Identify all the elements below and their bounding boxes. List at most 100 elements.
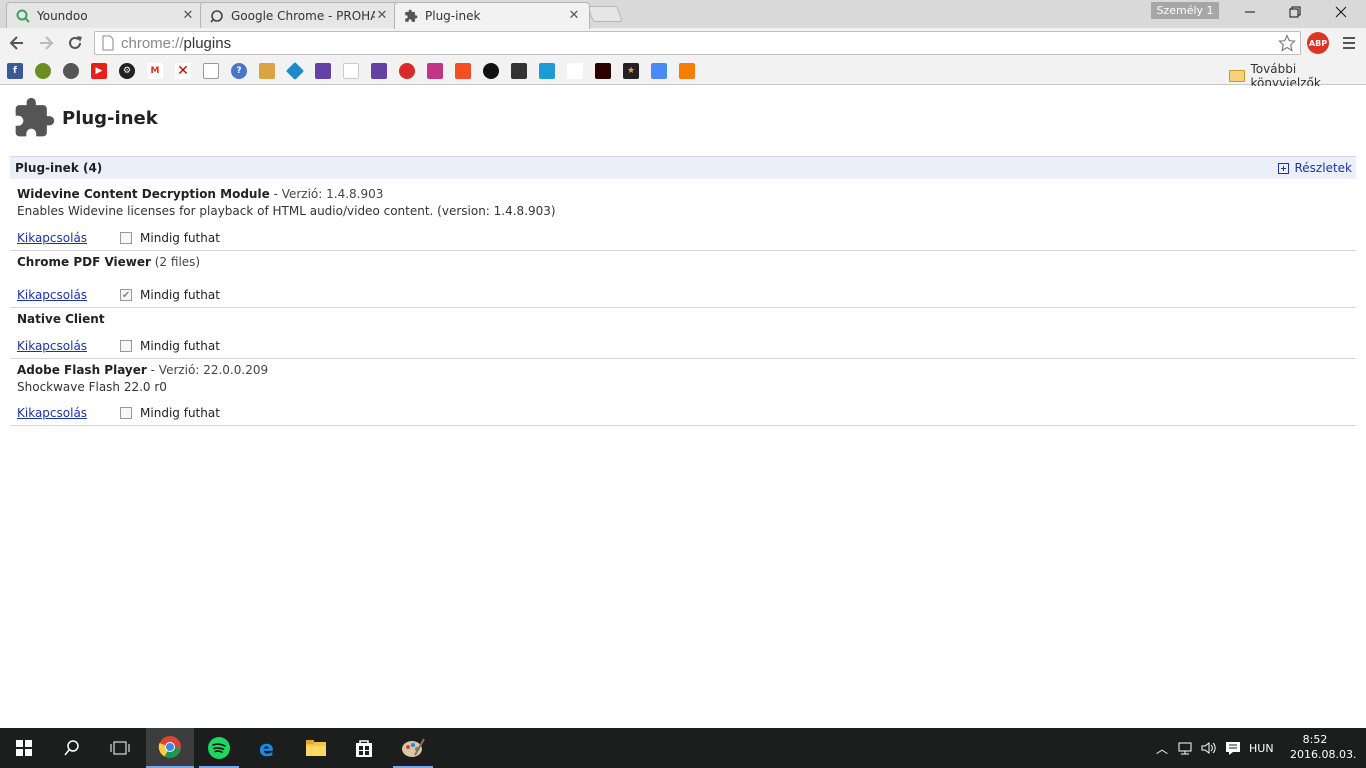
spotify-icon [208, 737, 230, 759]
twitch-bookmark-icon-2[interactable] [371, 63, 387, 79]
prohardver-icon [209, 8, 225, 24]
details-toggle[interactable]: Részletek [1277, 161, 1352, 175]
folder-icon [306, 740, 326, 756]
tab-title: Google Chrome - PROHARDVER! [231, 8, 375, 23]
chrome-menu-button[interactable] [1339, 33, 1359, 53]
bookmark-icon-2[interactable] [35, 63, 51, 79]
system-clock[interactable]: 8:52 2016.08.03. [1290, 732, 1356, 762]
plugin-version: - Verzió: 1.4.8.903 [269, 187, 384, 201]
restore-button[interactable] [1272, 0, 1318, 24]
taskbar-spotify[interactable] [195, 728, 243, 768]
prohardver-bookmark-icon[interactable] [63, 63, 79, 79]
close-window-button[interactable] [1318, 0, 1364, 24]
network-icon[interactable] [1177, 741, 1195, 755]
bookmark-icon-22[interactable] [595, 63, 611, 79]
bookmark-star-icon[interactable] [1278, 34, 1296, 52]
close-tab-icon[interactable]: ✕ [567, 9, 581, 23]
tab-youndoo[interactable]: Youndoo ✕ [6, 2, 204, 28]
plugin-name: Widevine Content Decryption Module [17, 187, 270, 201]
plugin-actions: Kikapcsolás Mindig futhat [17, 406, 220, 420]
help-bookmark-icon[interactable]: ? [231, 63, 247, 79]
always-run-checkbox[interactable] [120, 340, 133, 352]
profile-button[interactable]: Személy 1 [1151, 2, 1219, 19]
page-bookmark-icon[interactable] [203, 63, 219, 79]
bookmark-icon-13[interactable] [343, 63, 359, 79]
bookmark-icon-19[interactable] [511, 63, 527, 79]
blogger-bookmark-icon[interactable] [679, 63, 695, 79]
plugin-name: Chrome PDF Viewer [17, 255, 151, 269]
always-run-checkbox[interactable] [120, 232, 133, 244]
always-run-checkbox[interactable]: ✔ [120, 289, 133, 301]
bookmark-icon-18[interactable] [483, 63, 499, 79]
folder-icon [1229, 70, 1245, 82]
plugin-row-native-client: Native Client Kikapcsolás Mindig futhat [10, 308, 1356, 359]
taskbar-edge[interactable]: e [244, 728, 292, 768]
adblock-plus-icon[interactable]: ABP [1307, 32, 1329, 54]
plugin-actions: Kikapcsolás Mindig futhat [17, 231, 220, 245]
box-bookmark-icon[interactable] [259, 63, 275, 79]
back-button[interactable] [6, 32, 28, 54]
tab-title: Youndoo [37, 8, 88, 23]
show-hidden-icons-icon[interactable]: ︿ [1153, 740, 1171, 757]
bookmark-icon-15[interactable] [399, 63, 415, 79]
page-header: Plug-inek [12, 96, 158, 140]
search-icon [64, 740, 79, 756]
start-button[interactable] [0, 728, 48, 768]
svg-text:e: e [259, 737, 274, 759]
disable-link[interactable]: Kikapcsolás [17, 231, 87, 245]
plugin-name: Native Client [17, 312, 105, 326]
input-language[interactable]: HUN [1249, 742, 1274, 755]
system-tray: ︿ HUN [1153, 728, 1274, 768]
section-title: Plug-inek (4) [15, 161, 103, 175]
taskbar-paint[interactable] [389, 728, 437, 768]
clock-time: 8:52 [1302, 733, 1328, 746]
disable-link[interactable]: Kikapcsolás [17, 339, 87, 353]
bookmark-icon-17[interactable] [455, 63, 471, 79]
store-icon [356, 740, 372, 757]
task-view-icon [110, 741, 130, 755]
steam-bookmark-icon[interactable]: ⚙ [119, 63, 135, 79]
star-bookmark-icon[interactable]: ★ [623, 63, 639, 79]
always-run-checkbox[interactable] [120, 407, 133, 419]
minimize-button[interactable] [1227, 0, 1273, 24]
new-tab-button[interactable] [587, 6, 623, 22]
disable-link[interactable]: Kikapcsolás [17, 288, 87, 302]
translate-bookmark-icon[interactable] [651, 63, 667, 79]
disable-link[interactable]: Kikapcsolás [17, 406, 87, 420]
plugin-actions: Kikapcsolás ✔ Mindig futhat [17, 288, 220, 302]
search-button[interactable] [48, 728, 96, 768]
plugin-row-widevine: Widevine Content Decryption Module - Ver… [10, 179, 1356, 251]
task-view-button[interactable] [96, 728, 144, 768]
plugin-name: Adobe Flash Player [17, 363, 147, 377]
volume-icon[interactable] [1201, 741, 1217, 755]
paint-palette-icon [402, 738, 425, 757]
forward-button[interactable] [35, 32, 57, 54]
taskbar-file-explorer[interactable] [292, 728, 340, 768]
bookmark-icon-11[interactable] [285, 61, 305, 81]
twitch-bookmark-icon[interactable] [315, 63, 331, 79]
tab-plug-inek[interactable]: Plug-inek ✕ [394, 2, 590, 29]
url-text: chrome://plugins [121, 34, 232, 52]
always-run-label: Mindig futhat [140, 288, 220, 302]
taskbar-chrome[interactable] [146, 728, 194, 768]
facebook-bookmark-icon[interactable]: f [7, 63, 23, 79]
tab-prohardver[interactable]: Google Chrome - PROHARDVER! ✕ [200, 2, 398, 28]
plugin-file-count: (2 files) [150, 255, 201, 269]
close-tab-icon[interactable]: ✕ [181, 8, 195, 23]
tab-strip: Youndoo ✕ Google Chrome - PROHARDVER! ✕ … [0, 0, 1366, 29]
instagram-bookmark-icon[interactable] [427, 63, 443, 79]
notifications-icon[interactable] [1225, 741, 1241, 755]
bookmark-icon-20[interactable] [539, 63, 555, 79]
always-run-label: Mindig futhat [140, 339, 220, 353]
close-tab-icon[interactable]: ✕ [375, 8, 389, 23]
taskbar-store[interactable] [340, 728, 388, 768]
x-bookmark-icon[interactable]: ✕ [175, 63, 191, 79]
browser-toolbar: chrome://plugins ABP [0, 28, 1366, 58]
youtube-bookmark-icon[interactable]: ▶ [91, 63, 107, 79]
bookmark-icon-21[interactable] [567, 63, 583, 79]
plugin-heading: Native Client [17, 312, 1356, 326]
gmail-bookmark-icon[interactable]: M [147, 63, 163, 79]
page-title: Plug-inek [62, 107, 158, 129]
reload-button[interactable] [64, 32, 86, 54]
address-bar[interactable]: chrome://plugins [94, 31, 1301, 55]
